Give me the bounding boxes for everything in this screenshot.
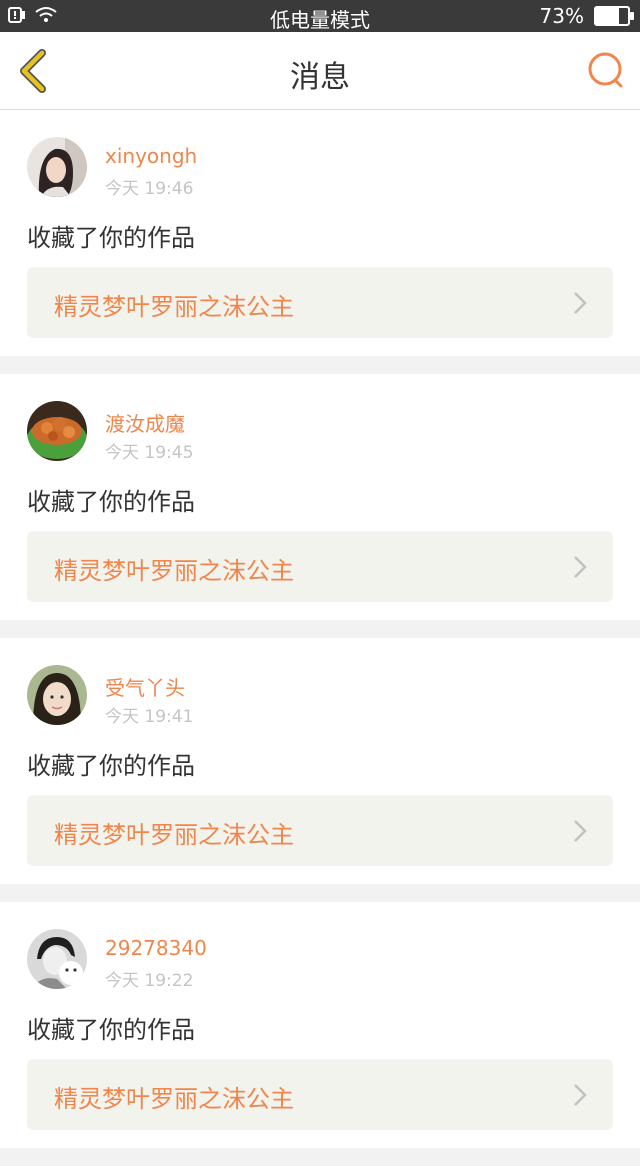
work-title: 精灵梦叶罗丽之沫公主 [54,1085,294,1113]
page-title: 消息 [290,60,350,95]
status-bar: 低电量模式 73% [0,0,640,32]
message-action: 收藏了你的作品 [27,224,195,252]
avatar[interactable] [27,665,87,725]
chevron-right-icon [574,820,587,842]
search-icon [588,52,623,88]
message-action: 收藏了你的作品 [27,1016,195,1044]
username[interactable]: xinyongh [105,144,197,168]
avatar[interactable] [27,401,87,461]
username[interactable]: 29278340 [105,936,207,960]
status-right: 73% [539,4,634,28]
search-button[interactable] [586,50,626,90]
battery-icon [594,6,634,26]
work-link[interactable]: 精灵梦叶罗丽之沫公主 [27,795,613,866]
work-title: 精灵梦叶罗丽之沫公主 [54,557,294,585]
chevron-right-icon [574,556,587,578]
nav-bar: 消息 [0,32,640,110]
message-time: 今天 19:46 [105,179,194,199]
message-action: 收藏了你的作品 [27,752,195,780]
work-link[interactable]: 精灵梦叶罗丽之沫公主 [27,531,613,602]
message-list: xinyongh 今天 19:46 收藏了你的作品 精灵梦叶罗丽之沫公主 渡汝成… [0,110,640,1166]
chevron-right-icon [574,292,587,314]
message-time: 今天 19:22 [105,971,194,991]
message-time: 今天 19:41 [105,707,194,727]
avatar[interactable] [27,137,87,197]
work-title: 精灵梦叶罗丽之沫公主 [54,293,294,321]
work-link[interactable]: 精灵梦叶罗丽之沫公主 [27,267,613,338]
message-card: 29278340 今天 19:22 收藏了你的作品 精灵梦叶罗丽之沫公主 [0,902,640,1148]
message-card: xinyongh 今天 19:46 收藏了你的作品 精灵梦叶罗丽之沫公主 [0,110,640,356]
battery-level [596,8,620,24]
username[interactable]: 渡汝成魔 [105,408,185,437]
battery-percent: 73% [539,4,584,28]
message-card: 渡汝成魔 今天 19:45 收藏了你的作品 精灵梦叶罗丽之沫公主 [0,374,640,620]
chevron-right-icon [574,1084,587,1106]
work-title: 精灵梦叶罗丽之沫公主 [54,821,294,849]
message-action: 收藏了你的作品 [27,488,195,516]
message-time: 今天 19:45 [105,443,194,463]
message-card: 受气丫头 今天 19:41 收藏了你的作品 精灵梦叶罗丽之沫公主 [0,638,640,884]
username[interactable]: 受气丫头 [105,672,185,701]
work-link[interactable]: 精灵梦叶罗丽之沫公主 [27,1059,613,1130]
avatar[interactable] [27,929,87,989]
